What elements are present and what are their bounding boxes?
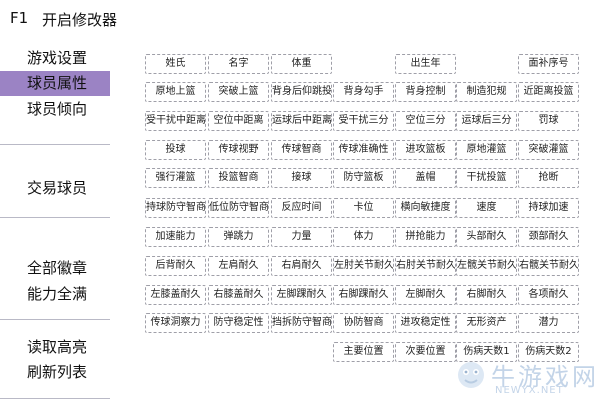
attribute-button[interactable]: 左脚耐久 — [395, 285, 456, 305]
attribute-button[interactable]: 后背耐久 — [145, 256, 206, 276]
attribute-button[interactable]: 传球准确性 — [333, 140, 394, 160]
attribute-button[interactable]: 姓氏 — [145, 54, 206, 74]
attribute-button[interactable]: 左髋关节耐久 — [456, 256, 517, 276]
attribute-button[interactable]: 运球后中距离 — [271, 111, 332, 131]
attribute-button[interactable]: 名字 — [208, 54, 269, 74]
attribute-button[interactable]: 进攻篮板 — [395, 140, 456, 160]
attribute-button[interactable]: 受干扰三分 — [333, 111, 394, 131]
attribute-button[interactable]: 投球 — [145, 140, 206, 160]
attribute-button[interactable]: 各项耐久 — [518, 285, 579, 305]
attribute-button[interactable]: 罚球 — [518, 111, 579, 131]
attribute-button[interactable]: 受干扰中距离 — [145, 111, 206, 131]
attribute-button[interactable]: 横向敏捷度 — [395, 198, 456, 218]
watermark: 牛游戏网 NEWYX.NET — [455, 355, 600, 400]
attribute-button[interactable]: 体力 — [333, 227, 394, 247]
attribute-button[interactable]: 右肩耐久 — [271, 256, 332, 276]
attribute-button[interactable]: 协防智商 — [333, 313, 394, 333]
attribute-button[interactable]: 头部耐久 — [456, 227, 517, 247]
attribute-button[interactable]: 近距离投篮 — [518, 82, 579, 102]
attribute-button[interactable]: 拼抢能力 — [395, 227, 456, 247]
attribute-button[interactable]: 持球防守智商 — [145, 198, 206, 218]
attribute-button[interactable]: 背身后仰跳投 — [271, 82, 332, 102]
attribute-button[interactable]: 抢断 — [518, 168, 579, 188]
attribute-button[interactable]: 盖帽 — [395, 168, 456, 188]
attribute-button[interactable]: 右膝盖耐久 — [208, 285, 269, 305]
attribute-button[interactable]: 左膝盖耐久 — [145, 285, 206, 305]
attribute-button[interactable]: 空位三分 — [395, 111, 456, 131]
attribute-button[interactable]: 持球加速 — [518, 198, 579, 218]
attribute-button[interactable]: 右脚踝耐久 — [333, 285, 394, 305]
attribute-button[interactable]: 速度 — [456, 198, 517, 218]
attribute-button[interactable]: 传球智商 — [271, 140, 332, 160]
attribute-button[interactable]: 左脚踝耐久 — [271, 285, 332, 305]
attribute-button[interactable]: 次要位置 — [395, 342, 456, 362]
attribute-button[interactable]: 无形资产 — [456, 313, 517, 333]
attribute-button[interactable]: 力量 — [271, 227, 332, 247]
attribute-button[interactable]: 突破上篮 — [208, 82, 269, 102]
attribute-grid: 姓氏 名字 体重 出生年 面补序号原地上篮 突破上篮 背身后仰跳投 背身勾手 背身控制 制造犯规近… — [0, 0, 600, 400]
attribute-button[interactable]: 背身控制 — [395, 82, 456, 102]
attribute-button[interactable]: 传球视野 — [208, 140, 269, 160]
mascot-logo-icon — [458, 362, 484, 388]
attribute-button[interactable]: 左肩耐久 — [208, 256, 269, 276]
attribute-button[interactable]: 接球 — [271, 168, 332, 188]
attribute-button[interactable]: 反应时间 — [271, 198, 332, 218]
attribute-button[interactable]: 防守稳定性 — [208, 313, 269, 333]
attribute-button[interactable]: 干扰投篮 — [456, 168, 517, 188]
attribute-button[interactable]: 出生年 — [395, 54, 456, 74]
attribute-button[interactable]: 原地灌篮 — [456, 140, 517, 160]
attribute-button[interactable]: 面补序号 — [518, 54, 579, 74]
attribute-button[interactable]: 突破灌篮 — [518, 140, 579, 160]
attribute-button[interactable]: 潜力 — [518, 313, 579, 333]
attribute-button[interactable]: 右肘关节耐久 — [395, 256, 456, 276]
attribute-button[interactable]: 运球后三分 — [456, 111, 517, 131]
attribute-button[interactable]: 空位中距离 — [208, 111, 269, 131]
attribute-button[interactable]: 主要位置 — [333, 342, 394, 362]
attribute-button[interactable]: 强行灌篮 — [145, 168, 206, 188]
attribute-button[interactable]: 左肘关节耐久 — [333, 256, 394, 276]
attribute-button[interactable]: 挡拆防守智商 — [271, 313, 332, 333]
attribute-button[interactable]: 原地上篮 — [145, 82, 206, 102]
attribute-button[interactable]: 传球洞察力 — [145, 313, 206, 333]
attribute-button[interactable]: 弹跳力 — [208, 227, 269, 247]
attribute-button[interactable]: 背身勾手 — [333, 82, 394, 102]
watermark-url: NEWYX.NET — [495, 385, 564, 396]
attribute-button[interactable]: 体重 — [271, 54, 332, 74]
attribute-button[interactable]: 低位防守智商 — [208, 198, 269, 218]
attribute-button[interactable]: 投篮智商 — [208, 168, 269, 188]
attribute-button[interactable]: 右脚耐久 — [456, 285, 517, 305]
attribute-button[interactable]: 加速能力 — [145, 227, 206, 247]
attribute-button[interactable]: 卡位 — [333, 198, 394, 218]
attribute-button[interactable]: 进攻稳定性 — [395, 313, 456, 333]
attribute-button[interactable]: 制造犯规 — [456, 82, 517, 102]
attribute-button[interactable]: 右髋关节耐久 — [518, 256, 579, 276]
attribute-button[interactable]: 防守篮板 — [333, 168, 394, 188]
attribute-button[interactable]: 颈部耐久 — [518, 227, 579, 247]
